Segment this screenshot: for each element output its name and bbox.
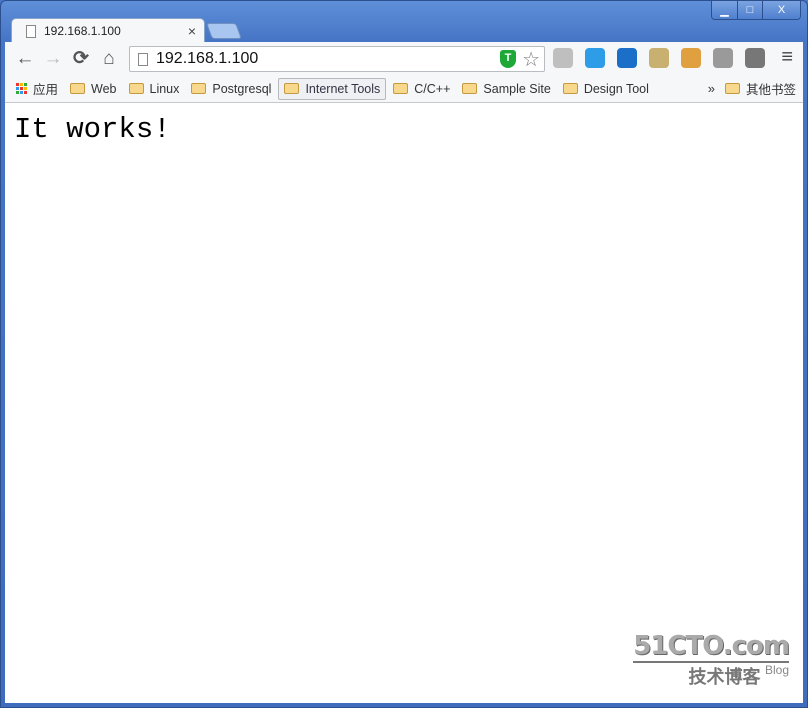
maximize-button[interactable]: □ xyxy=(737,1,762,19)
bookmarks-overflow[interactable]: » xyxy=(708,81,715,96)
url-text[interactable]: 192.168.1.100 xyxy=(156,50,258,68)
pen-icon[interactable] xyxy=(585,48,605,68)
folder-icon xyxy=(562,83,578,94)
search-ext-icon[interactable] xyxy=(617,48,637,68)
tab-title: 192.168.1.100 xyxy=(44,24,121,38)
watermark-site: 51CTO.com xyxy=(633,631,790,663)
forward-icon[interactable]: → xyxy=(39,48,67,70)
folder-icon xyxy=(128,83,144,94)
page-icon xyxy=(26,24,36,38)
page-heading: It works! xyxy=(14,113,171,146)
bookmark-label: Sample Site xyxy=(483,81,551,96)
home-icon[interactable]: ⌂ xyxy=(95,48,123,70)
bookmark-item[interactable]: C/C++ xyxy=(388,78,455,100)
shield-extension-icon[interactable]: T xyxy=(500,50,516,68)
bookmark-item[interactable]: Internet Tools xyxy=(278,77,387,100)
back-icon[interactable]: ← xyxy=(11,48,39,70)
bookmark-item[interactable]: Postgresql xyxy=(186,78,276,100)
watermark-logo: 51CTO.com 技术博客 Blog xyxy=(633,631,790,689)
bookmark-item[interactable]: Linux xyxy=(124,78,185,100)
toolbar: ← → ⟳ ⌂ 192.168.1.100 T ☆ ≡ xyxy=(5,42,803,75)
menu-icon[interactable]: ≡ xyxy=(781,46,793,69)
window-controls: ▁ □ X xyxy=(711,1,801,20)
browser-window: ▁ □ X 192.168.1.100 × ← → ⟳ ⌂ 192.168.1.… xyxy=(0,0,808,708)
bookmark-label: Design Tool xyxy=(583,81,649,96)
bookmark-item[interactable]: Design Tool xyxy=(558,78,654,100)
new-tab-button[interactable] xyxy=(206,23,242,39)
address-bar[interactable]: 192.168.1.100 T ☆ xyxy=(129,46,545,72)
folder-icon xyxy=(724,83,740,94)
bookmark-label: Linux xyxy=(149,81,180,96)
page-icon xyxy=(138,52,148,66)
bookmark-label: Web xyxy=(91,81,117,96)
bookmark-label: C/C++ xyxy=(414,81,451,96)
watermark-sub: 技术博客 xyxy=(688,667,761,687)
bookmark-item[interactable]: Sample Site xyxy=(457,78,555,100)
watermark-blog: Blog xyxy=(764,663,789,677)
folder-icon xyxy=(393,83,409,94)
sync-icon[interactable] xyxy=(553,48,573,68)
bookmark-label: 应用 xyxy=(33,83,59,97)
image-download-icon[interactable] xyxy=(649,48,669,68)
bookmark-label: Postgresql xyxy=(212,81,272,96)
folder-icon xyxy=(462,83,478,94)
folder-icon xyxy=(191,83,207,94)
browser-chrome: ← → ⟳ ⌂ 192.168.1.100 T ☆ ≡ 应用 Web Linux… xyxy=(5,42,803,102)
bookmarks-bar: 应用 Web Linux Postgresql Internet Tools C/C++… xyxy=(5,75,803,102)
bookmark-star-icon[interactable]: ☆ xyxy=(522,47,540,72)
page-content: It works! 51CTO.com 技术博客 Blog xyxy=(5,102,803,703)
tab-active[interactable]: 192.168.1.100 × xyxy=(11,18,205,43)
close-window-button[interactable]: X xyxy=(762,1,800,19)
tab-close-icon[interactable]: × xyxy=(188,23,196,39)
bookmark-label: Internet Tools xyxy=(305,81,381,96)
bookmark-other[interactable]: 其他书签 xyxy=(720,78,801,100)
bookmark-item[interactable]: Web xyxy=(65,78,121,100)
minimize-button[interactable]: ▁ xyxy=(712,1,737,19)
film-icon[interactable] xyxy=(745,48,765,68)
color-picker-icon[interactable] xyxy=(681,48,701,68)
reader-icon[interactable] xyxy=(713,48,733,68)
bookmark-label: 其他书签 xyxy=(745,83,796,97)
apps-grid-icon xyxy=(16,83,27,94)
bookmark-apps[interactable]: 应用 xyxy=(11,78,63,100)
folder-icon xyxy=(284,83,300,94)
folder-icon xyxy=(70,83,86,94)
reload-icon[interactable]: ⟳ xyxy=(67,47,95,70)
